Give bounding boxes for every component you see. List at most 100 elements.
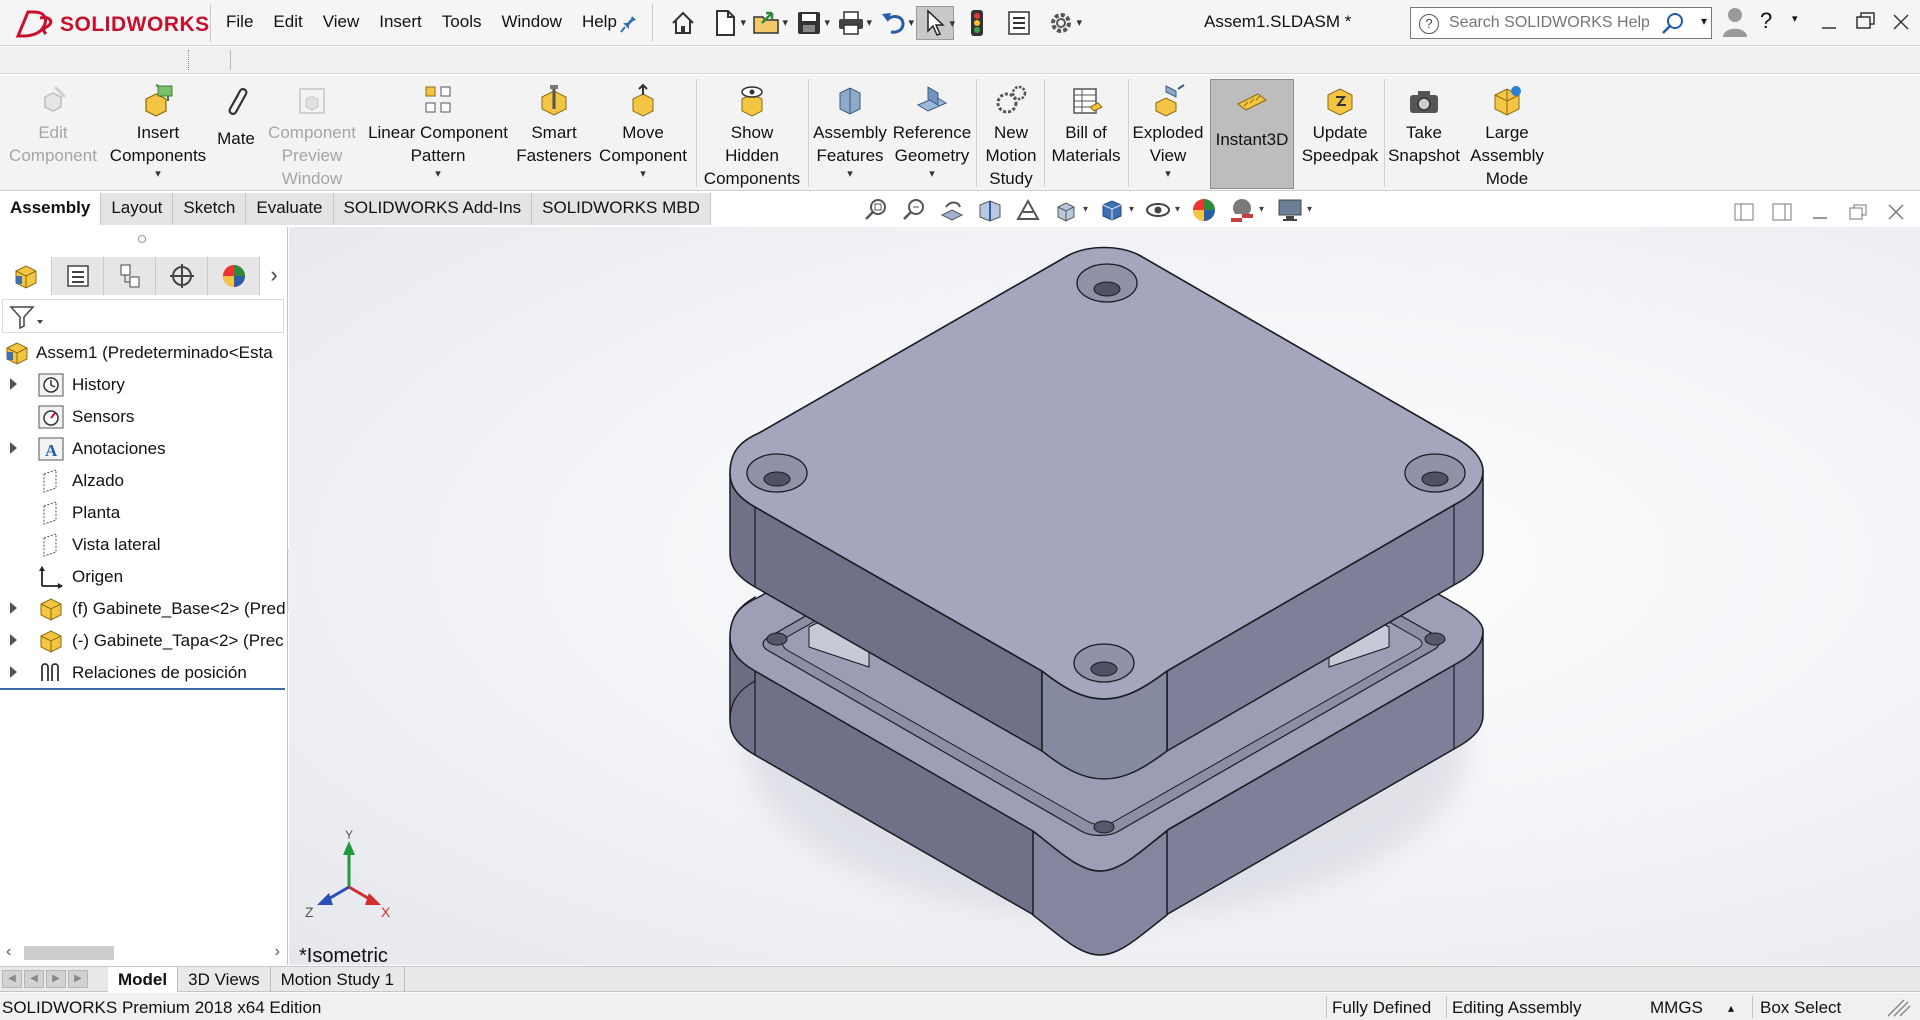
first-tab-icon[interactable]: ◀: [2, 970, 22, 988]
move-component-dropdown[interactable]: ▾: [596, 167, 690, 181]
tab-evaluate[interactable]: Evaluate: [246, 193, 334, 225]
restore-icon[interactable]: [1852, 6, 1878, 38]
take-snapshot-button[interactable]: Take Snapshot: [1386, 79, 1462, 189]
view-settings-button[interactable]: [1274, 195, 1312, 225]
tree-item[interactable]: Planta: [0, 497, 288, 529]
file-properties-button[interactable]: [1000, 6, 1038, 40]
pin-icon[interactable]: [620, 10, 642, 34]
options-button[interactable]: [1042, 6, 1082, 40]
previous-view-button[interactable]: [936, 195, 968, 225]
solidworks-logo[interactable]: SOLIDWORKS: [14, 6, 209, 42]
tab-display-manager[interactable]: [208, 257, 260, 295]
selection-mode-status[interactable]: Box Select: [1760, 998, 1841, 1018]
tab-solidworks-add-ins[interactable]: SOLIDWORKS Add-Ins: [333, 193, 533, 225]
tab-motion-study-1[interactable]: Motion Study 1: [271, 967, 406, 992]
panel-horizontal-scrollbar[interactable]: ‹ ›: [0, 943, 286, 963]
chevron-right-icon[interactable]: ›: [260, 257, 288, 295]
tab-model[interactable]: Model: [108, 967, 179, 992]
expand-arrow-icon[interactable]: [10, 378, 17, 390]
exploded-view-dropdown[interactable]: ▾: [1130, 167, 1206, 181]
new-document-button[interactable]: [706, 6, 746, 40]
expand-arrow-icon[interactable]: [10, 666, 17, 678]
home-button[interactable]: [664, 6, 702, 40]
help-search-box[interactable]: ? ▾: [1410, 7, 1712, 39]
tree-item[interactable]: Origen: [0, 561, 288, 593]
tab-sketch[interactable]: Sketch: [173, 193, 247, 225]
expand-arrow-icon[interactable]: [10, 602, 17, 614]
edit-component-button[interactable]: Edit Component: [4, 79, 102, 189]
section-view-button[interactable]: [974, 195, 1006, 225]
show-hidden-components-button[interactable]: Show Hidden Components: [700, 79, 804, 189]
menu-file[interactable]: File: [226, 12, 253, 32]
bill-of-materials-button[interactable]: Bill of Materials: [1046, 79, 1126, 189]
tab-layout[interactable]: Layout: [101, 193, 174, 225]
edit-appearance-button[interactable]: [1188, 195, 1220, 225]
instant3d-button[interactable]: Instant3D: [1210, 79, 1294, 189]
panel-collapse-handle[interactable]: [138, 235, 146, 243]
hide-show-items-button[interactable]: [1142, 195, 1180, 225]
search-icon[interactable]: [1661, 12, 1685, 36]
tree-item[interactable]: A Anotaciones: [0, 433, 288, 465]
print-button[interactable]: [832, 6, 872, 40]
scrollbar-thumb[interactable]: [24, 946, 114, 960]
search-input[interactable]: [1449, 12, 1649, 34]
next-tab-icon[interactable]: ▶: [46, 970, 66, 988]
assembly-features-dropdown[interactable]: ▾: [810, 167, 890, 181]
assembly-model-view[interactable]: Y X Z: [289, 227, 1920, 965]
help-icon[interactable]: ?: [1760, 8, 1772, 34]
linear-pattern-dropdown[interactable]: ▾: [364, 167, 512, 181]
update-speedpak-button[interactable]: Update Speedpak: [1298, 79, 1382, 189]
last-tab-icon[interactable]: ▶: [68, 970, 88, 988]
tree-item[interactable]: Vista lateral: [0, 529, 288, 561]
customize-status-icon[interactable]: [1884, 996, 1912, 1018]
scroll-right-icon[interactable]: ›: [275, 943, 280, 961]
tree-item[interactable]: Sensors: [0, 401, 288, 433]
display-style-button[interactable]: [1096, 195, 1134, 225]
large-assembly-mode-button[interactable]: Large Assembly Mode: [1464, 79, 1550, 189]
tab-feature-manager[interactable]: [0, 257, 52, 295]
units-selector[interactable]: MMGS: [1650, 998, 1703, 1018]
expand-arrow-icon[interactable]: [10, 634, 17, 646]
tree-item[interactable]: History: [0, 369, 288, 401]
tree-root-assembly[interactable]: Assem1 (Predeterminado<Esta: [0, 337, 288, 369]
tab-configuration-manager[interactable]: [104, 257, 156, 295]
tab-dimxpert-manager[interactable]: [156, 257, 208, 295]
linear-component-pattern-button[interactable]: Linear Component Pattern ▾: [364, 79, 512, 189]
dynamic-annotation-views-button[interactable]: [1012, 195, 1044, 225]
menu-edit[interactable]: Edit: [273, 12, 302, 32]
tab-3d-views[interactable]: 3D Views: [178, 967, 271, 992]
assembly-features-button[interactable]: Assembly Features ▾: [810, 79, 890, 189]
zoom-to-area-button[interactable]: [898, 195, 930, 225]
prev-tab-icon[interactable]: ◀: [24, 970, 44, 988]
select-button[interactable]: [916, 6, 955, 40]
viewport-close-icon[interactable]: [1884, 201, 1908, 223]
minimize-icon[interactable]: [1816, 6, 1842, 38]
save-button[interactable]: [790, 6, 830, 40]
tree-item[interactable]: (f) Gabinete_Base<2> (Pred: [0, 593, 288, 625]
component-preview-window-button[interactable]: Component Preview Window: [262, 79, 362, 189]
smart-fasteners-button[interactable]: Smart Fasteners: [514, 79, 594, 189]
mate-button[interactable]: Mate: [212, 79, 260, 189]
tree-item[interactable]: Relaciones de posición: [0, 657, 288, 689]
insert-components-button[interactable]: Insert Components ▾: [106, 79, 210, 189]
menu-view[interactable]: View: [323, 12, 360, 32]
menu-tools[interactable]: Tools: [442, 12, 482, 32]
reference-geometry-button[interactable]: Reference Geometry ▾: [892, 79, 972, 189]
tree-filter[interactable]: [2, 299, 284, 333]
undo-button[interactable]: [874, 6, 914, 40]
menu-insert[interactable]: Insert: [379, 12, 422, 32]
new-motion-study-button[interactable]: New Motion Study: [978, 79, 1044, 189]
tab-solidworks-mbd[interactable]: SOLIDWORKS MBD: [532, 193, 711, 225]
units-dropdown-icon[interactable]: ▴: [1728, 1001, 1734, 1015]
menu-help[interactable]: Help: [582, 12, 617, 32]
expand-arrow-icon[interactable]: [10, 442, 17, 454]
split-right-icon[interactable]: [1770, 201, 1794, 223]
viewport-minimize-icon[interactable]: [1808, 201, 1832, 223]
open-button[interactable]: [748, 6, 788, 40]
rebuild-button[interactable]: [958, 6, 996, 40]
split-left-icon[interactable]: [1732, 201, 1756, 223]
tree-item[interactable]: Alzado: [0, 465, 288, 497]
close-icon[interactable]: [1888, 6, 1914, 38]
scroll-left-icon[interactable]: ‹: [6, 943, 11, 961]
tree-item[interactable]: (-) Gabinete_Tapa<2> (Prec: [0, 625, 288, 657]
